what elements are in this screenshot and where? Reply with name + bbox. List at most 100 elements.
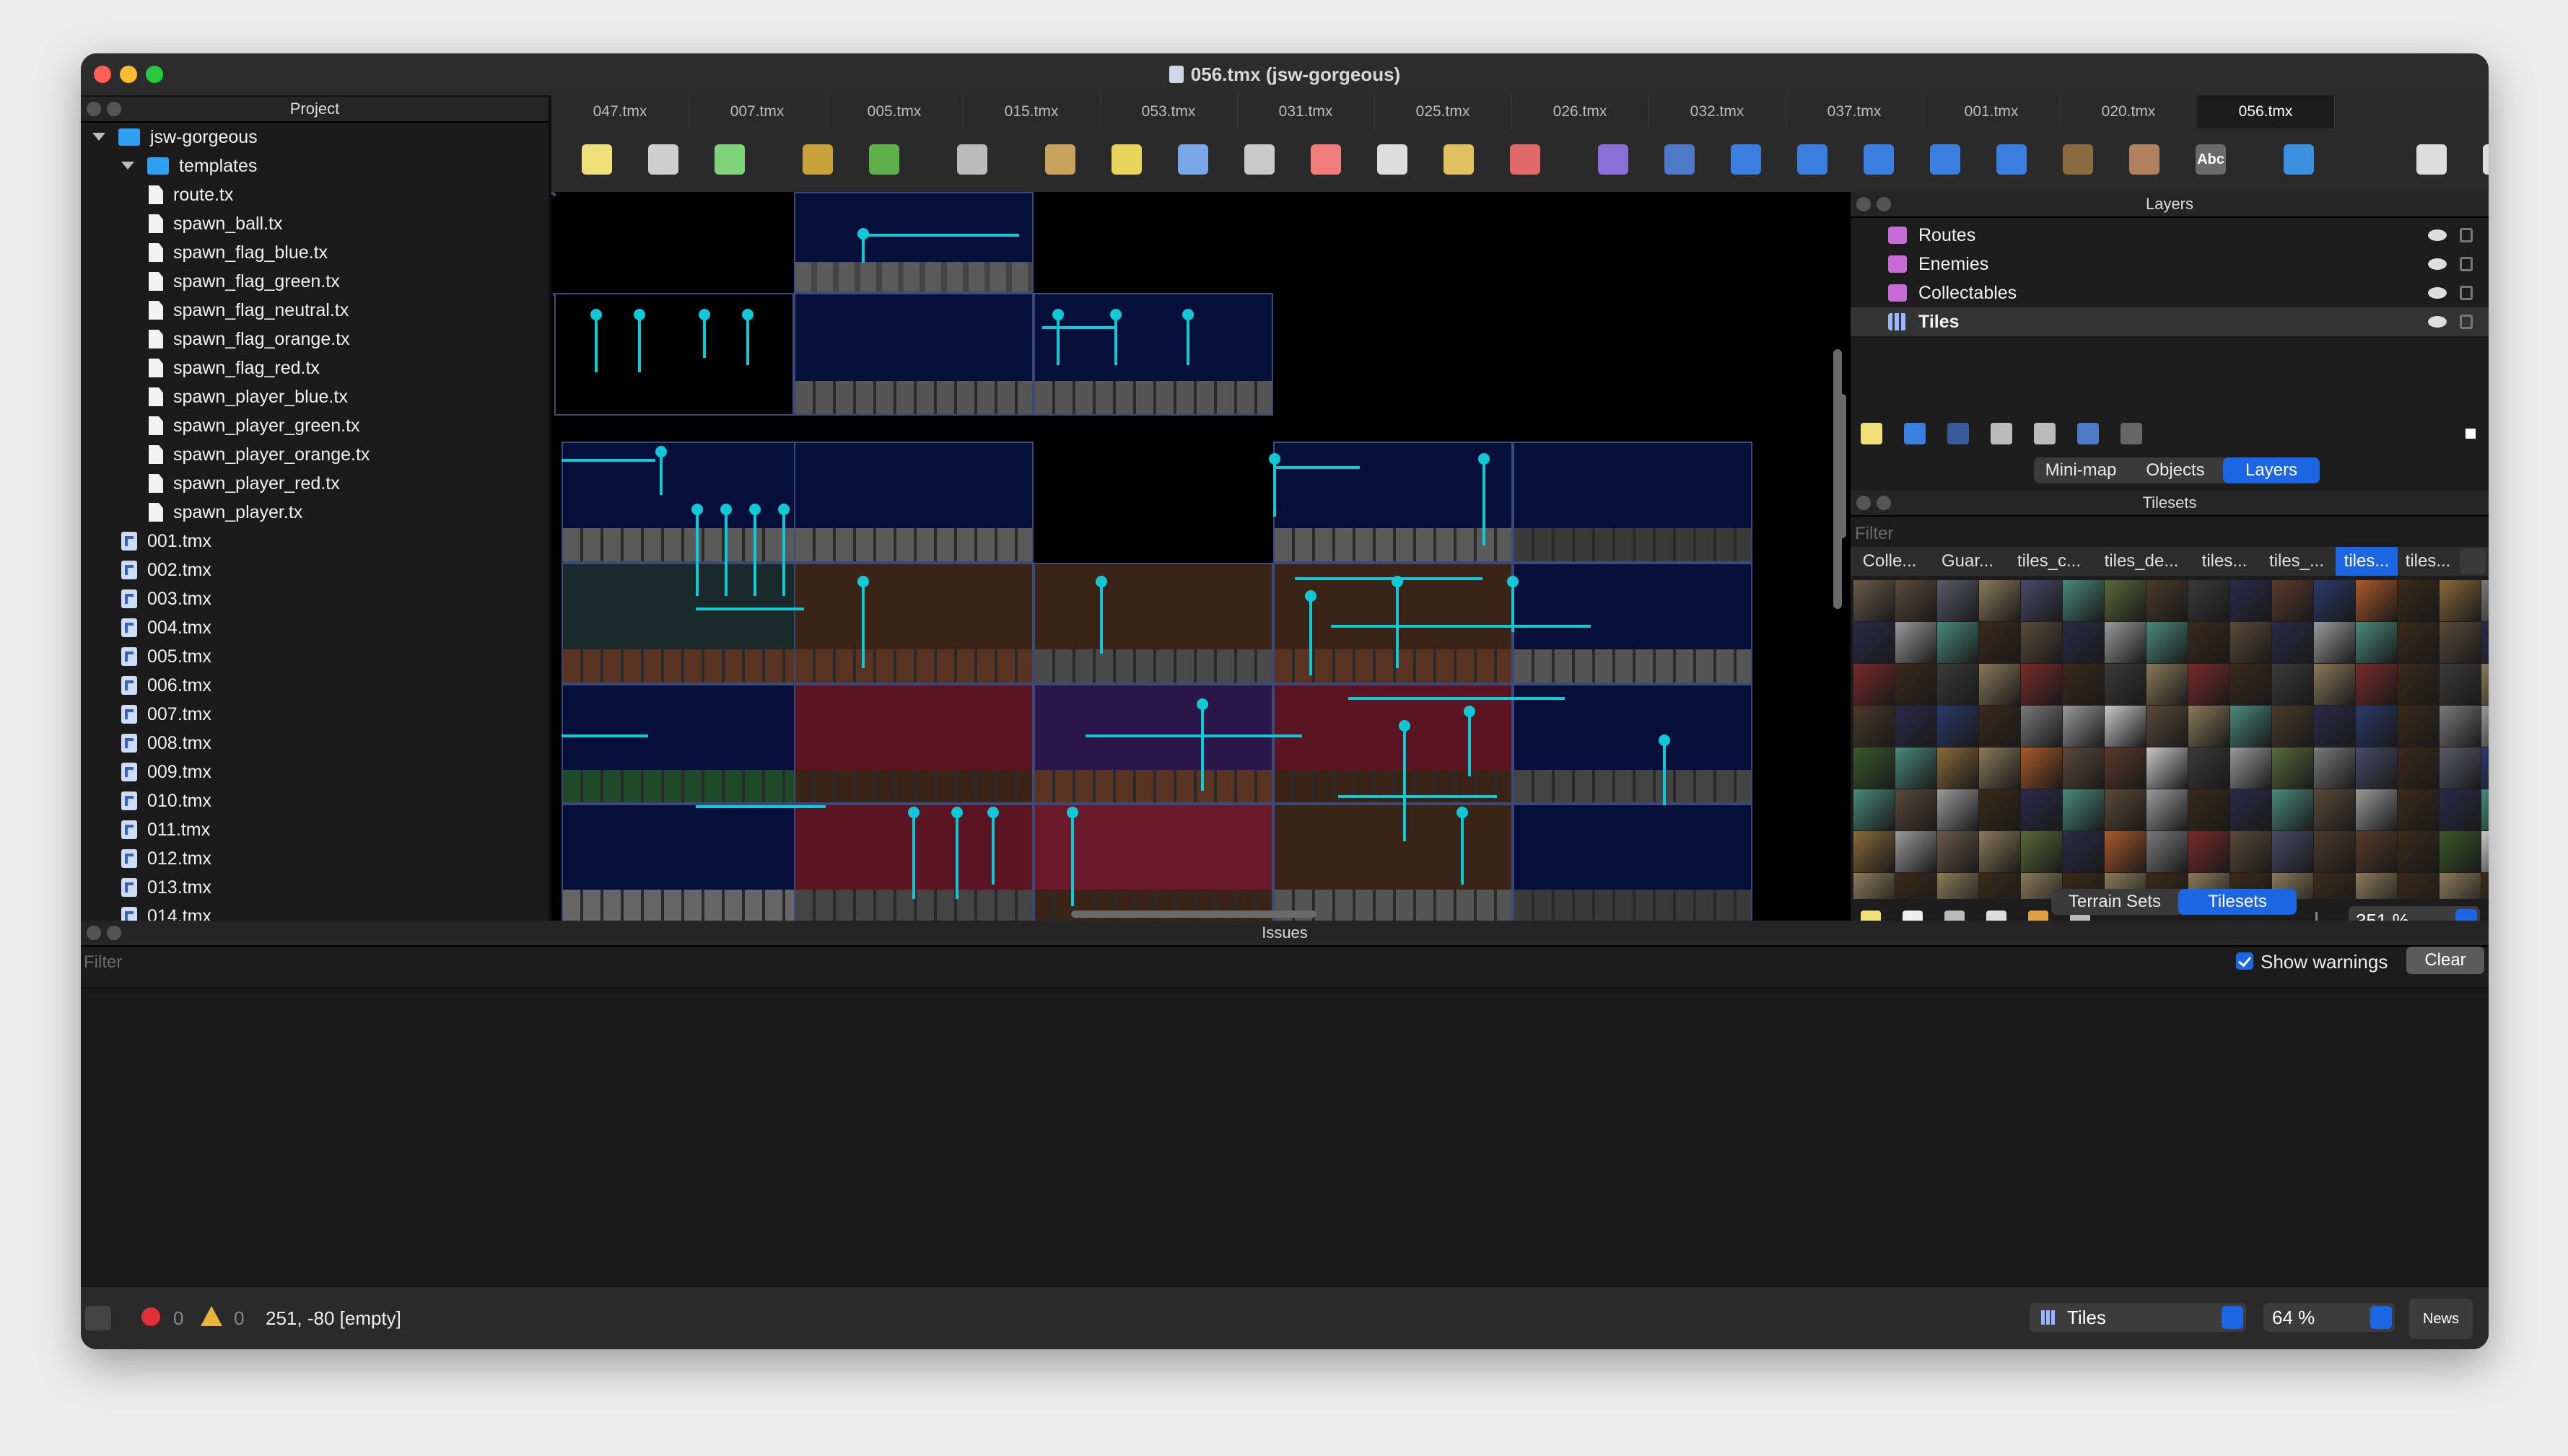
bucket-fill-icon[interactable] bbox=[1178, 144, 1208, 175]
tileset-tile[interactable] bbox=[2356, 580, 2397, 621]
shape-fill-icon[interactable] bbox=[1244, 144, 1275, 175]
tileset-tile[interactable] bbox=[2188, 789, 2229, 830]
tileset-tile[interactable] bbox=[2230, 789, 2271, 830]
tileset-tile[interactable] bbox=[1895, 747, 1936, 789]
document-tab[interactable]: 025.tmx bbox=[1374, 95, 1512, 128]
tileset-tile[interactable] bbox=[2272, 622, 2313, 663]
lock-icon[interactable] bbox=[2460, 228, 2473, 242]
tileset-tile[interactable] bbox=[1895, 664, 1936, 705]
lock-icon[interactable] bbox=[2460, 315, 2473, 329]
tileset-tile[interactable] bbox=[2188, 831, 2229, 872]
insert-template-icon[interactable] bbox=[2129, 144, 2159, 175]
tileset-tile[interactable] bbox=[2021, 706, 2062, 747]
tileset-tile[interactable] bbox=[2356, 873, 2397, 899]
tileset-tile[interactable] bbox=[2398, 706, 2439, 747]
map-canvas[interactable] bbox=[551, 192, 1851, 921]
tree-item-template[interactable]: spawn_player_blue.tx bbox=[149, 382, 348, 411]
tree-item-map[interactable]: 003.tmx bbox=[121, 584, 211, 613]
console-toggle-icon[interactable] bbox=[85, 1306, 111, 1330]
insert-tile-icon[interactable] bbox=[2063, 144, 2093, 175]
tileset-tile[interactable] bbox=[2230, 664, 2271, 705]
stamp-brush-icon[interactable] bbox=[1045, 144, 1075, 175]
tileset-tile[interactable] bbox=[1853, 789, 1895, 830]
tileset-view-tab[interactable]: Tilesets bbox=[2178, 889, 2297, 915]
toggle-other-layers-icon[interactable] bbox=[2077, 423, 2099, 444]
tileset-tile[interactable] bbox=[1895, 580, 1936, 621]
tree-item-template[interactable]: spawn_player.tx bbox=[149, 498, 302, 527]
insert-point-icon[interactable] bbox=[1797, 144, 1827, 175]
dock-splitter[interactable] bbox=[1833, 349, 1842, 609]
tileset-tile[interactable] bbox=[2481, 873, 2489, 899]
tree-item-template[interactable]: spawn_flag_neutral.tx bbox=[149, 296, 349, 325]
tileset-tile[interactable] bbox=[1979, 831, 2020, 872]
tileset-tile[interactable] bbox=[2105, 747, 2146, 789]
tileset-tile[interactable] bbox=[2272, 664, 2313, 705]
tileset-tile[interactable] bbox=[2398, 789, 2439, 830]
document-tab[interactable]: 056.tmx bbox=[2197, 95, 2335, 128]
document-tab[interactable]: 031.tmx bbox=[1237, 95, 1375, 128]
clear-button[interactable]: Clear bbox=[2406, 947, 2484, 974]
more-icon[interactable] bbox=[2350, 144, 2380, 175]
tileset-tile[interactable] bbox=[2481, 831, 2489, 872]
tileset-view-tab[interactable]: Terrain Sets bbox=[2051, 889, 2178, 915]
view-tab[interactable]: Layers bbox=[2223, 457, 2320, 483]
tileset-tile[interactable] bbox=[2398, 580, 2439, 621]
tileset-tile[interactable] bbox=[1979, 580, 2020, 621]
error-icon[interactable] bbox=[141, 1307, 160, 1326]
document-tab[interactable]: 032.tmx bbox=[1648, 95, 1786, 128]
save-icon[interactable] bbox=[715, 144, 745, 175]
tileset-tab[interactable]: tiles... bbox=[2336, 547, 2398, 576]
tileset-tile[interactable] bbox=[2398, 622, 2439, 663]
tileset-tile[interactable] bbox=[2356, 706, 2397, 747]
tileset-tile[interactable] bbox=[1895, 789, 1936, 830]
tileset-tile[interactable] bbox=[2021, 789, 2062, 830]
tileset-tile[interactable] bbox=[2188, 706, 2229, 747]
tileset-tile[interactable] bbox=[2272, 831, 2313, 872]
tileset-tile[interactable] bbox=[2063, 622, 2104, 663]
tileset-tile[interactable] bbox=[2272, 789, 2313, 830]
panel-float-icon[interactable] bbox=[1877, 496, 1891, 510]
tileset-tile[interactable] bbox=[2188, 664, 2229, 705]
panel-float-icon[interactable] bbox=[107, 102, 121, 116]
remove-layer-icon[interactable] bbox=[2034, 423, 2056, 444]
tree-item-map[interactable]: 010.tmx bbox=[121, 786, 211, 815]
tileset-tile[interactable] bbox=[1895, 831, 1936, 872]
tileset-tile[interactable] bbox=[2398, 873, 2439, 899]
wangset-icon[interactable] bbox=[2483, 144, 2489, 175]
tree-item-map[interactable]: 009.tmx bbox=[121, 758, 211, 786]
lock-icon[interactable] bbox=[2460, 286, 2473, 300]
tab-overflow-icon[interactable] bbox=[2334, 95, 2363, 128]
tileset-tile[interactable] bbox=[2188, 622, 2229, 663]
tileset-tile[interactable] bbox=[1853, 622, 1895, 663]
tileset-tile[interactable] bbox=[2356, 789, 2397, 830]
tileset-tile[interactable] bbox=[2440, 706, 2481, 747]
tileset-tile[interactable] bbox=[2063, 747, 2104, 789]
raise-layer-icon[interactable] bbox=[1904, 423, 1926, 444]
tileset-tile[interactable] bbox=[2230, 831, 2271, 872]
tileset-tile[interactable] bbox=[2314, 664, 2355, 705]
panel-close-icon[interactable] bbox=[87, 102, 101, 116]
panel-close-icon[interactable] bbox=[1856, 496, 1871, 510]
tileset-tile[interactable] bbox=[1853, 580, 1895, 621]
tree-item-map[interactable]: 002.tmx bbox=[121, 556, 211, 584]
tileset-tile[interactable] bbox=[1853, 747, 1895, 789]
tree-item-root[interactable]: jsw-gorgeous bbox=[92, 123, 258, 152]
insert-ellipse-icon[interactable] bbox=[1864, 144, 1894, 175]
open-icon[interactable] bbox=[648, 144, 678, 175]
tileset-tile[interactable] bbox=[1979, 664, 2020, 705]
tileset-tile[interactable] bbox=[2021, 622, 2062, 663]
tileset-tile[interactable] bbox=[2440, 789, 2481, 830]
document-tab[interactable]: 047.tmx bbox=[551, 95, 689, 128]
tree-item-template[interactable]: spawn_flag_red.tx bbox=[149, 354, 320, 382]
tileset-tile[interactable] bbox=[2021, 664, 2062, 705]
issues-filter-input[interactable]: Filter bbox=[84, 952, 122, 973]
tileset-tile[interactable] bbox=[2398, 664, 2439, 705]
lock-other-layers-icon[interactable] bbox=[2121, 423, 2142, 444]
tileset-tile[interactable] bbox=[1853, 664, 1895, 705]
tileset-tile[interactable] bbox=[1979, 706, 2020, 747]
tileset-tile[interactable] bbox=[2440, 580, 2481, 621]
layer-row[interactable]: Enemies bbox=[1851, 250, 2489, 279]
tileset-tab[interactable]: Colle... bbox=[1851, 547, 1929, 576]
tree-item-map[interactable]: 004.tmx bbox=[121, 613, 211, 642]
tileset-tile[interactable] bbox=[2314, 873, 2355, 899]
